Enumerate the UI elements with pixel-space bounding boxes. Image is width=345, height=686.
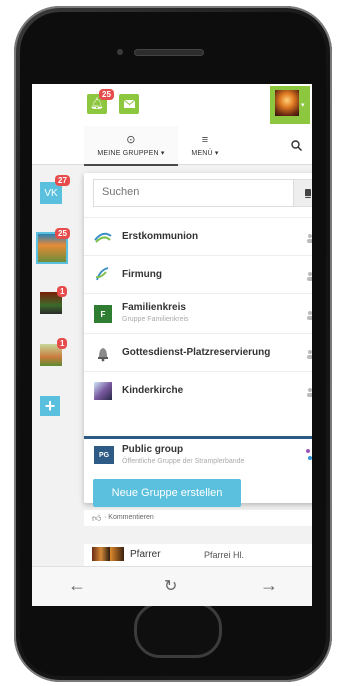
tab-menu[interactable]: ≡ MENÜ ▾ xyxy=(178,126,232,164)
members-icon xyxy=(307,388,312,397)
app-screen: 🔔︎ 25 ▾ ⊙ MEINE GRUPPEN ▾ ≡ MENÜ ▾ VK 27 xyxy=(32,84,312,606)
members-icon xyxy=(307,234,312,243)
group-subtitle: Öffentliche Gruppe der Stramplerbande xyxy=(122,458,245,465)
target-icon: ⊙ xyxy=(126,133,136,146)
notification-badge: 25 xyxy=(99,89,114,100)
messages-button[interactable] xyxy=(119,94,139,114)
kinderkirche-logo-icon xyxy=(94,382,112,400)
firmung-logo-icon xyxy=(95,267,109,281)
main-navigation: ⊙ MEINE GRUPPEN ▾ ≡ MENÜ ▾ xyxy=(32,126,312,166)
group-search xyxy=(93,179,312,207)
top-bar: 🔔︎ 25 ▾ xyxy=(32,84,312,126)
browser-bottom-bar: ← ↻ → xyxy=(32,566,312,606)
tab-my-groups-label: MEINE GRUPPEN ▾ xyxy=(97,149,165,157)
comment-action[interactable]: 👍︎ · Kommentieren xyxy=(84,510,312,526)
post-chevron-icon: ⌄ xyxy=(311,549,312,558)
group-item-erstkommunion[interactable]: Erstkommunion xyxy=(84,217,312,256)
sidebar-group-vk-label: VK xyxy=(44,187,58,199)
home-button[interactable] xyxy=(134,602,222,658)
tab-my-groups[interactable]: ⊙ MEINE GRUPPEN ▾ xyxy=(84,126,178,166)
group-title: Firmung xyxy=(122,269,162,280)
search-icon xyxy=(290,139,302,151)
search-button[interactable] xyxy=(282,126,310,164)
group-item-gottesdienst[interactable]: Gottesdienst-Platzreservierung xyxy=(84,333,312,372)
group-title: Erstkommunion xyxy=(122,231,199,242)
public-group-logo-icon: PG xyxy=(94,446,114,464)
tab-menu-label: MENÜ ▾ xyxy=(191,149,219,157)
forward-arrow-icon[interactable]: → xyxy=(260,575,278,596)
comment-label: · Kommentieren xyxy=(104,514,154,521)
members-icon xyxy=(307,350,312,359)
reload-icon[interactable]: ↻ xyxy=(164,576,177,596)
erstkommunion-logo-icon xyxy=(94,232,112,243)
thumbs-up-icon: 👍︎ xyxy=(92,513,102,523)
group-item-familienkreis[interactable]: F Familienkreis Gruppe Familienkreis xyxy=(84,293,312,334)
group-title: Familienkreis xyxy=(122,302,186,313)
groups-sidebar: VK 27 25 1 1 + xyxy=(32,164,82,564)
sidebar-badge-chapel: 1 xyxy=(57,338,68,349)
sidebar-badge-vk: 27 xyxy=(55,175,70,186)
group-search-button[interactable] xyxy=(293,180,312,206)
group-subtitle: Gruppe Familienkreis xyxy=(122,316,189,323)
group-title: Public group xyxy=(122,444,184,455)
my-groups-dropdown: Erstkommunion Firmung F Familienkreis Gr… xyxy=(84,173,312,507)
post-author-avatar-2 xyxy=(110,547,124,561)
hamburger-icon: ≡ xyxy=(201,133,209,146)
user-avatar xyxy=(275,90,299,116)
user-menu-button[interactable]: ▾ xyxy=(270,86,310,124)
caret-down-icon: ▾ xyxy=(301,102,305,109)
bell-ringing-icon xyxy=(98,348,108,362)
post-place: Pfarrei Hl. xyxy=(204,550,245,560)
earpiece-speaker xyxy=(135,50,203,55)
sidebar-badge-church: 1 xyxy=(57,286,68,297)
feed-post[interactable]: Pfarrer Pfarrei Hl. ⌄ xyxy=(84,544,312,566)
bell-icon: 🔔︎ xyxy=(90,97,104,110)
post-author-avatar xyxy=(92,547,110,561)
members-icon xyxy=(307,272,312,281)
back-arrow-icon[interactable]: ← xyxy=(68,575,86,596)
post-author: Pfarrer xyxy=(130,549,161,560)
group-item-public-group[interactable]: PG Public group Öffentliche Gruppe der S… xyxy=(84,439,312,471)
group-item-kinderkirche[interactable]: Kinderkirche xyxy=(84,371,312,410)
familienkreis-logo-letter: F xyxy=(100,309,106,319)
add-group-icon[interactable]: + xyxy=(40,396,60,416)
public-group-logo-letters: PG xyxy=(98,451,110,459)
group-title: Kinderkirche xyxy=(122,385,184,396)
sidebar-badge-selected: 25 xyxy=(55,228,70,239)
members-icon xyxy=(307,311,312,320)
colorful-people-icon xyxy=(306,449,312,460)
front-camera xyxy=(117,49,123,55)
envelope-icon xyxy=(123,100,135,108)
group-search-input[interactable] xyxy=(94,180,300,204)
create-group-button[interactable]: Neue Gruppe erstellen xyxy=(93,479,241,507)
familienkreis-logo-icon: F xyxy=(94,305,112,323)
group-item-firmung[interactable]: Firmung xyxy=(84,255,312,294)
group-title: Gottesdienst-Platzreservierung xyxy=(122,347,271,358)
book-icon xyxy=(305,188,311,198)
